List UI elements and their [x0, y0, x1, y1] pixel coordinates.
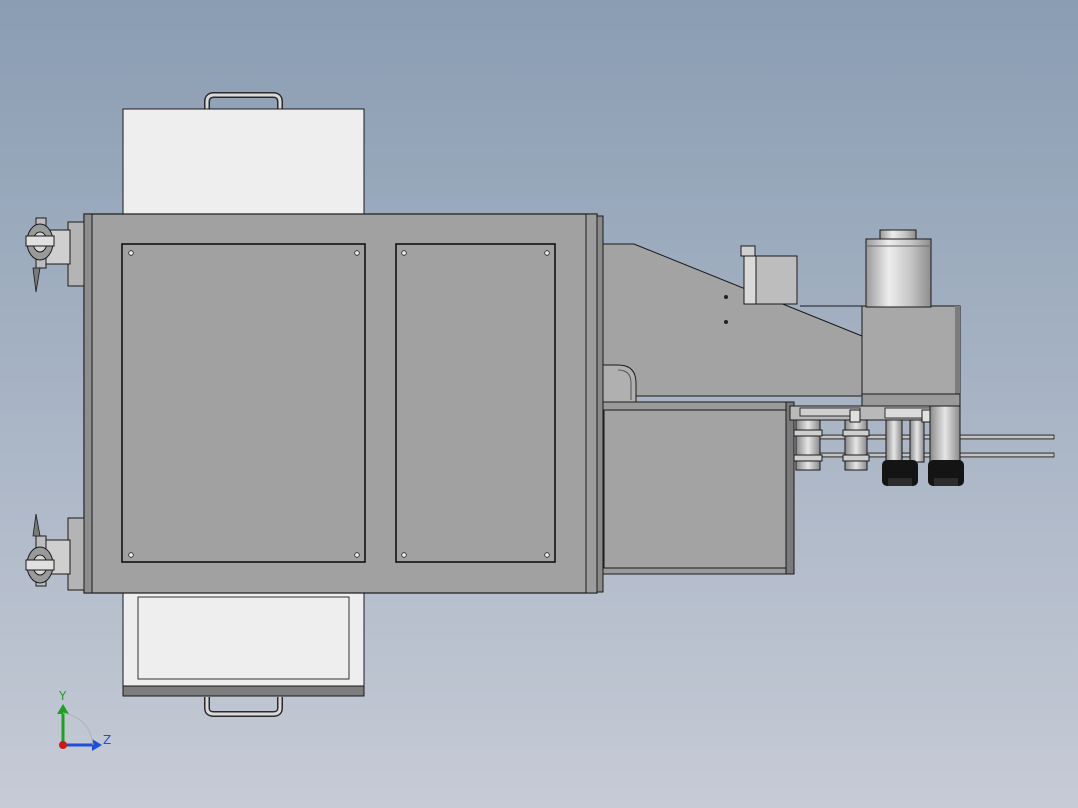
motor-cylinder [865, 229, 932, 308]
z-axis-label: Z [103, 733, 111, 747]
black-knob-icon [928, 460, 964, 486]
screw-dot-icon [128, 552, 134, 558]
y-axis-label: Y [58, 689, 67, 703]
black-knob-icon [882, 460, 918, 486]
screw-dot-icon [544, 552, 550, 558]
screw-dot-icon [724, 320, 728, 324]
screw-dot-icon [724, 295, 728, 299]
screw-dot-icon [544, 250, 550, 256]
screw-dot-icon [128, 250, 134, 256]
screw-dot-icon [401, 250, 407, 256]
screw-dot-icon [354, 250, 360, 256]
cad-viewport[interactable]: Y Z [0, 0, 1078, 808]
top-drawer-panel [122, 108, 365, 217]
cad-drawing[interactable]: Y Z [0, 0, 1078, 808]
bottom-drawer-base [122, 685, 365, 697]
x-axis-dot [59, 741, 67, 749]
screw-dot-icon [401, 552, 407, 558]
left-access-panel [121, 243, 366, 563]
bottom-drawer-panel [122, 591, 365, 689]
screw-dot-icon [354, 552, 360, 558]
right-access-panel [395, 243, 556, 563]
lower-housing [596, 401, 795, 575]
